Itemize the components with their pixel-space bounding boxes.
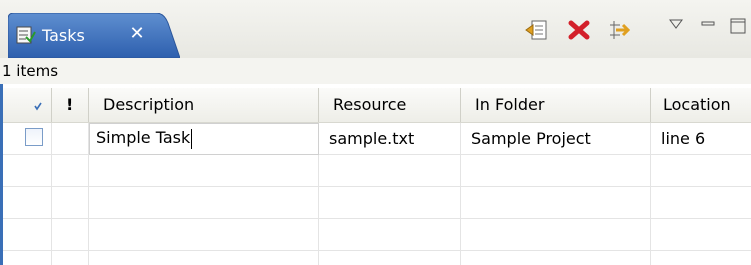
empty-cell: [3, 251, 52, 265]
column-header-priority[interactable]: !: [52, 88, 89, 122]
folder-cell: Sample Project: [461, 123, 651, 155]
table-row[interactable]: Simple Task sample.txt Sample Project li…: [3, 123, 751, 155]
empty-cell: [461, 219, 651, 251]
column-header-description[interactable]: Description: [89, 88, 319, 122]
empty-cell: [89, 219, 319, 251]
empty-cell: [3, 187, 52, 219]
empty-cell: [52, 219, 89, 251]
tasks-icon: [16, 26, 36, 44]
completed-checkbox[interactable]: [25, 128, 43, 146]
empty-cell: [89, 187, 319, 219]
delete-icon[interactable]: [567, 19, 591, 41]
view-menu-icon[interactable]: [668, 18, 684, 30]
column-header-in-folder[interactable]: In Folder: [461, 88, 651, 122]
description-editor[interactable]: Simple Task: [89, 123, 319, 155]
empty-cell: [319, 155, 461, 187]
tab-title: Tasks: [42, 26, 85, 45]
empty-row: [3, 187, 751, 219]
priority-cell: [52, 123, 89, 155]
tab-tasks[interactable]: Tasks ✕: [8, 13, 180, 58]
empty-cell: [461, 187, 651, 219]
empty-row: [3, 251, 751, 265]
empty-row: [3, 155, 751, 187]
empty-cell: [52, 251, 89, 265]
checkmark-icon: [34, 102, 42, 110]
description-text: Simple Task: [96, 128, 191, 147]
description-cell[interactable]: Simple Task: [89, 123, 319, 155]
column-header-resource[interactable]: Resource: [319, 88, 461, 122]
empty-cell: [89, 251, 319, 265]
empty-row: [3, 219, 751, 251]
text-caret: [191, 128, 193, 149]
empty-cell: [52, 187, 89, 219]
empty-cell: [319, 219, 461, 251]
resource-cell: sample.txt: [319, 123, 461, 155]
empty-cell: [461, 155, 651, 187]
empty-cell: [89, 155, 319, 187]
items-count: 1 items: [2, 62, 59, 80]
close-icon[interactable]: ✕: [128, 25, 146, 43]
empty-cell: [319, 187, 461, 219]
location-cell: line 6: [661, 129, 706, 148]
empty-cell: [461, 251, 651, 265]
column-header-location[interactable]: Location: [651, 88, 751, 122]
minimize-icon[interactable]: [700, 18, 716, 30]
new-task-icon[interactable]: [525, 19, 549, 41]
filter-icon[interactable]: [606, 19, 630, 41]
empty-cell: [52, 155, 89, 187]
table-header: ! Description Resource In Folder Locatio…: [3, 88, 751, 123]
column-header-completed[interactable]: [3, 88, 52, 122]
view-header: Tasks ✕: [0, 0, 751, 59]
empty-cell: [3, 219, 52, 251]
empty-cell: [3, 155, 52, 187]
completed-cell: [3, 123, 52, 155]
empty-cell: [319, 251, 461, 265]
maximize-icon[interactable]: [728, 18, 748, 34]
tasks-table: ! Description Resource In Folder Locatio…: [0, 84, 751, 265]
status-bar: 1 items: [0, 58, 751, 84]
